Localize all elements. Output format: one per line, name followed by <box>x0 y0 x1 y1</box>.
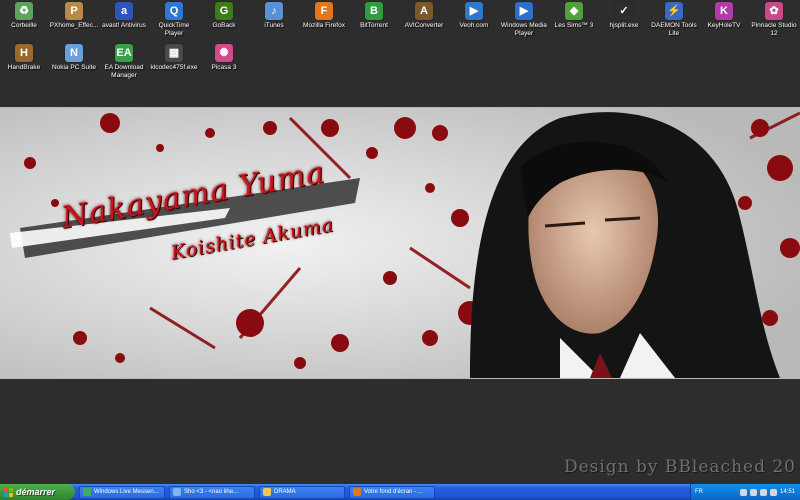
pinnacle-icon: ✿ <box>765 2 783 20</box>
firefox-icon: F <box>315 2 333 20</box>
desktop-icon-label: DAEMON Tools Lite <box>651 22 697 37</box>
clock[interactable]: 14:51 <box>780 489 795 495</box>
desktop-icon[interactable]: N Nokia PC Suite <box>49 44 99 72</box>
taskbar-button-label: DRAMA <box>274 489 296 495</box>
wallpaper-artwork <box>0 108 800 378</box>
chat-window-icon <box>173 488 181 496</box>
tray-network-icon[interactable] <box>739 488 747 496</box>
hjsplit-icon: ✓ <box>615 2 633 20</box>
desktop-icon-label: Picasa 3 <box>211 64 237 71</box>
taskbar-button-label: Sho <3 - <nao iihe... <box>184 489 239 495</box>
desktop-icon-label: Pinnacle Studio 12 <box>751 22 797 37</box>
messenger-icon <box>83 488 91 496</box>
veoh-icon: ▶ <box>465 2 483 20</box>
language-indicator[interactable]: FR <box>691 489 703 495</box>
sims-icon: ◆ <box>565 2 583 20</box>
desktop-icon[interactable]: ▶ Windows Media Player <box>499 2 549 38</box>
desktop-icon-label: hjsplit.exe <box>609 22 639 29</box>
desktop-icon[interactable]: ✓ hjsplit.exe <box>599 2 649 30</box>
handbrake-icon: H <box>15 44 33 62</box>
system-tray: FR 14:51 <box>690 484 800 500</box>
desktop-icon[interactable]: F Mozilla Firefox <box>299 2 349 30</box>
start-button-label: démarrer <box>16 487 56 497</box>
tray-volume-icon[interactable] <box>749 488 757 496</box>
desktop-icon[interactable]: ♪ iTunes <box>249 2 299 30</box>
desktop-icon[interactable]: a avast! Antivirus <box>99 2 149 30</box>
desktop-icon[interactable]: ✺ Picasa 3 <box>199 44 249 72</box>
desktop-icon[interactable]: ▶ Veoh.com <box>449 2 499 30</box>
quicktime-icon: Q <box>165 2 183 20</box>
desktop-icon-label: EA Download Manager <box>104 64 144 79</box>
ea-download-icon: EA <box>115 44 133 62</box>
desktop-icon-label: GoBack <box>212 22 236 29</box>
folder-icon <box>263 488 271 496</box>
desktop-icon[interactable]: B BitTorrent <box>349 2 399 30</box>
firefox-icon <box>353 488 361 496</box>
desktop-icon[interactable]: H HandBrake <box>0 44 49 72</box>
taskbar-button-label: Votre fond d'écran - ... <box>364 489 423 495</box>
aviconverter-icon: A <box>415 2 433 20</box>
wallpaper-banner: Nakayama Yuma Koishite Akuma <box>0 107 800 379</box>
desktop-icon[interactable]: P PXhome_Effec... <box>49 2 99 30</box>
keyholetv-icon: K <box>715 2 733 20</box>
desktop-icon[interactable]: ⚡ DAEMON Tools Lite <box>649 2 699 38</box>
tray-messenger-icon[interactable] <box>769 488 777 496</box>
taskbar-button[interactable]: DRAMA <box>259 485 345 499</box>
taskbar-button[interactable]: Votre fond d'écran - ... <box>349 485 435 499</box>
pxhome-icon: P <box>65 2 83 20</box>
windows-logo-icon <box>4 487 13 497</box>
desktop-icon[interactable]: ♻ Corbeille <box>0 2 49 30</box>
desktop-icon-label: Les Sims™ 3 <box>554 22 594 29</box>
picasa-icon: ✺ <box>215 44 233 62</box>
recycle-bin-icon: ♻ <box>15 2 33 20</box>
desktop-icon-label: PXhome_Effec... <box>49 22 99 29</box>
codec-installer-icon: ▦ <box>165 44 183 62</box>
bittorrent-icon: B <box>365 2 383 20</box>
desktop-icon[interactable]: ▦ klcodec475f.exe <box>149 44 199 72</box>
desktop-icon-label: AVIConverter <box>404 22 444 29</box>
taskbar: démarrer Windows Live Messen... Sho <3 - … <box>0 484 800 500</box>
tray-security-icon[interactable] <box>759 488 767 496</box>
desktop-icon[interactable]: A AVIConverter <box>399 2 449 30</box>
nokia-icon: N <box>65 44 83 62</box>
desktop-icon-label: klcodec475f.exe <box>150 64 198 71</box>
desktop-icon-label: Mozilla Firefox <box>303 22 345 29</box>
desktop-icon-label: KeyHoleTV <box>707 22 741 29</box>
desktop-icon-label: BitTorrent <box>360 22 388 29</box>
taskbar-button[interactable]: Sho <3 - <nao iihe... <box>169 485 255 499</box>
desktop-icon[interactable]: K KeyHoleTV <box>699 2 749 30</box>
wallpaper-credit: Design by BBleached 20 <box>563 457 796 477</box>
start-button[interactable]: démarrer <box>0 484 75 500</box>
avast-icon: a <box>115 2 133 20</box>
taskbar-button[interactable]: Windows Live Messen... <box>79 485 165 499</box>
goback-icon: G <box>215 2 233 20</box>
desktop-icon-label: iTunes <box>264 22 284 29</box>
desktop-icon[interactable]: ✿ Pinnacle Studio 12 <box>749 2 799 38</box>
daemon-tools-icon: ⚡ <box>665 2 683 20</box>
taskbar-button-label: Windows Live Messen... <box>94 489 159 495</box>
desktop-icon[interactable]: EA EA Download Manager <box>99 44 149 80</box>
desktop-icon-label: Nokia PC Suite <box>51 64 97 71</box>
media-player-icon: ▶ <box>515 2 533 20</box>
desktop-icon[interactable]: G GoBack <box>199 2 249 30</box>
desktop-icon[interactable]: ◆ Les Sims™ 3 <box>549 2 599 30</box>
desktop-icon-label: Veoh.com <box>459 22 489 29</box>
desktop-icon-label: avast! Antivirus <box>102 22 146 29</box>
desktop-icon[interactable]: Q QuickTime Player <box>149 2 199 38</box>
desktop-icon-label: HandBrake <box>7 64 41 71</box>
taskbar-tasks: Windows Live Messen... Sho <3 - <nao iihe… <box>75 485 435 499</box>
desktop-icon-label: Corbeille <box>11 22 37 29</box>
desktop-icon-label: QuickTime Player <box>158 22 190 37</box>
desktop-icon-label: Windows Media Player <box>501 22 547 37</box>
itunes-icon: ♪ <box>265 2 283 20</box>
